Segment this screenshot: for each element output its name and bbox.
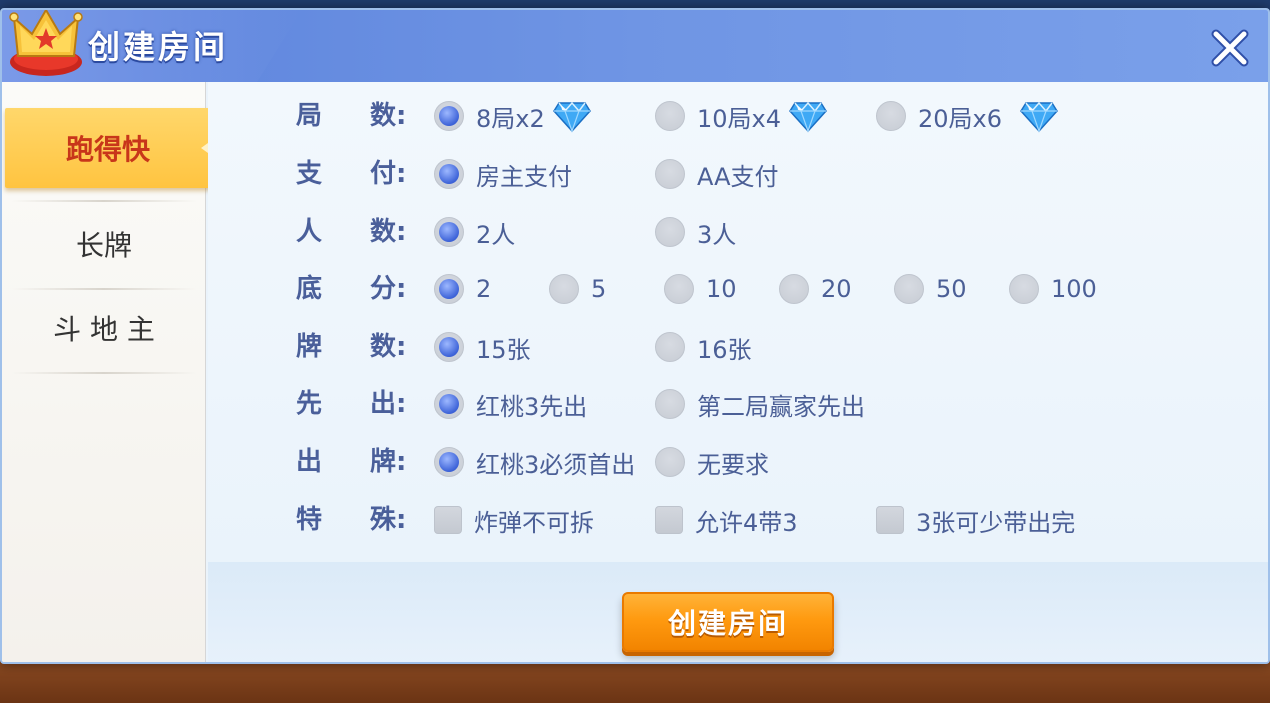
payment-option[interactable]: 房主支付 <box>434 154 572 194</box>
sidebar-item-paodekuai[interactable]: 跑得快 <box>5 108 215 188</box>
radio-button[interactable] <box>779 274 809 304</box>
players-option[interactable]: 3人 <box>655 212 736 252</box>
radio-button[interactable] <box>655 389 685 419</box>
rounds-option[interactable]: 10局x4 <box>655 96 827 136</box>
base-score-option[interactable]: 5 <box>549 269 606 309</box>
rounds-row: 局 数: 8局x2 10局x4 20局x6 <box>208 96 1268 136</box>
radio-button[interactable] <box>664 274 694 304</box>
radio-button[interactable] <box>655 332 685 362</box>
radio-button[interactable] <box>655 101 685 131</box>
special-option[interactable]: 允许4带3 <box>655 500 798 540</box>
base-score-option[interactable]: 10 <box>664 269 737 309</box>
radio-button[interactable] <box>434 274 464 304</box>
cards-option[interactable]: 15张 <box>434 327 531 367</box>
options-content: 局 数: 8局x2 10局x4 20局x6 支 付: 房主支付 AA支付 人 数… <box>208 82 1268 662</box>
checkbox[interactable] <box>434 506 462 534</box>
sidebar-item-doudizhu[interactable]: 斗 地 主 <box>2 288 206 368</box>
base-score-row: 底 分: 2 5 10 20 50 100 <box>208 269 1268 309</box>
sidebar-item-label: 斗 地 主 <box>53 313 155 346</box>
players-row: 人 数: 2人 3人 <box>208 212 1268 252</box>
sidebar-item-label: 长牌 <box>75 229 132 262</box>
play-rule-row: 出 牌: 红桃3必须首出 无要求 <box>208 442 1268 482</box>
radio-button[interactable] <box>434 217 464 247</box>
base-score-option[interactable]: 100 <box>1009 269 1097 309</box>
close-icon[interactable] <box>1208 26 1252 70</box>
cards-row: 牌 数: 15张 16张 <box>208 327 1268 367</box>
base-score-option[interactable]: 50 <box>894 269 967 309</box>
radio-button[interactable] <box>655 217 685 247</box>
diamond-icon <box>1020 101 1058 133</box>
rounds-option[interactable]: 20局x6 <box>876 96 1058 136</box>
sidebar-divider <box>12 200 196 202</box>
dialog-header: 创建房间 <box>2 10 1268 82</box>
radio-button[interactable] <box>434 159 464 189</box>
players-option[interactable]: 2人 <box>434 212 515 252</box>
create-room-dialog: 创建房间 跑得快 长牌 斗 地 主 局 数: 8局x2 10局x4 20局x6 … <box>0 8 1270 664</box>
radio-button[interactable] <box>434 101 464 131</box>
base-score-option[interactable]: 2 <box>434 269 491 309</box>
sidebar-item-label: 跑得快 <box>65 133 150 166</box>
crown-icon <box>9 10 83 76</box>
diamond-icon <box>789 101 827 133</box>
special-option[interactable]: 炸弹不可拆 <box>434 500 594 540</box>
first-play-option[interactable]: 第二局赢家先出 <box>655 384 865 424</box>
play-rule-option[interactable]: 红桃3必须首出 <box>434 442 635 482</box>
cards-option[interactable]: 16张 <box>655 327 752 367</box>
sidebar-item-changpai[interactable]: 长牌 <box>2 204 206 284</box>
payment-row: 支 付: 房主支付 AA支付 <box>208 154 1268 194</box>
radio-button[interactable] <box>434 447 464 477</box>
sidebar-divider <box>12 372 196 374</box>
radio-button[interactable] <box>876 101 906 131</box>
play-rule-option[interactable]: 无要求 <box>655 442 769 482</box>
radio-button[interactable] <box>434 332 464 362</box>
diamond-icon <box>552 101 591 133</box>
game-type-sidebar: 跑得快 长牌 斗 地 主 <box>2 82 215 662</box>
radio-button[interactable] <box>655 447 685 477</box>
base-score-option[interactable]: 20 <box>779 269 852 309</box>
options-panel: 局 数: 8局x2 10局x4 20局x6 支 付: 房主支付 AA支付 人 数… <box>208 82 1268 562</box>
dialog-title: 创建房间 <box>88 28 229 66</box>
checkbox[interactable] <box>876 506 904 534</box>
create-room-button[interactable]: 创建房间 <box>622 592 834 652</box>
radio-button[interactable] <box>655 159 685 189</box>
radio-button[interactable] <box>1009 274 1039 304</box>
radio-button[interactable] <box>894 274 924 304</box>
first-play-option[interactable]: 红桃3先出 <box>434 384 587 424</box>
radio-button[interactable] <box>549 274 579 304</box>
first-play-row: 先 出: 红桃3先出 第二局赢家先出 <box>208 384 1268 424</box>
bottom-menu-bar <box>0 660 1270 703</box>
rounds-option[interactable]: 8局x2 <box>434 96 591 136</box>
special-row: 特 殊: 炸弹不可拆 允许4带3 3张可少带出完 <box>208 500 1268 540</box>
special-option[interactable]: 3张可少带出完 <box>876 500 1075 540</box>
checkbox[interactable] <box>655 506 683 534</box>
payment-option[interactable]: AA支付 <box>655 154 779 194</box>
radio-button[interactable] <box>434 389 464 419</box>
